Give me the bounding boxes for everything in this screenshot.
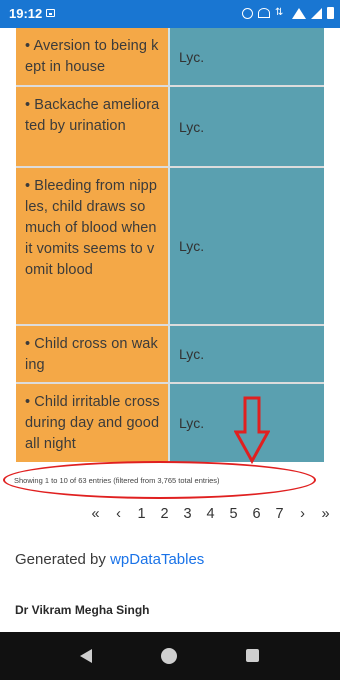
generated-prefix: Generated by	[15, 551, 106, 568]
generated-by: Generated by wpDataTables	[15, 551, 204, 568]
back-icon[interactable]	[80, 649, 92, 663]
table-info: Showing 1 to 10 of 63 entries (filtered …	[14, 476, 220, 485]
status-icons: ⇅	[242, 7, 334, 19]
pagination-page-6[interactable]: 6	[245, 506, 268, 522]
symptom-cell: • Aversion to being kept in house	[16, 28, 168, 85]
pagination-page-7[interactable]: 7	[268, 506, 291, 522]
hotspot-icon	[258, 8, 270, 18]
pagination-page-2[interactable]: 2	[153, 506, 176, 522]
pagination: « ‹ 1 2 3 4 5 6 7 › »	[84, 506, 337, 522]
pagination-page-4[interactable]: 4	[199, 506, 222, 522]
status-time: 19:12	[9, 6, 43, 21]
pagination-first[interactable]: «	[84, 506, 107, 522]
battery-icon	[327, 7, 334, 19]
pagination-page-1[interactable]: 1	[130, 506, 153, 522]
author-name: Dr Vikram Megha Singh	[15, 603, 150, 617]
remedy-cell: Lyc.	[168, 168, 324, 324]
table-row: • Child irritable cross during day and g…	[16, 384, 324, 462]
down-arrow-annotation-icon	[234, 396, 270, 464]
recent-apps-icon[interactable]	[246, 649, 259, 662]
pagination-next[interactable]: ›	[291, 506, 314, 522]
data-transfer-icon: ⇅	[275, 7, 284, 18]
remedy-cell: Lyc.	[168, 28, 324, 85]
remedy-cell: Lyc.	[168, 87, 324, 166]
symptom-cell: • Child cross on waking	[16, 326, 168, 382]
table-row: • Child cross on waking Lyc.	[16, 326, 324, 384]
remedy-cell: Lyc.	[168, 326, 324, 382]
home-icon[interactable]	[161, 648, 177, 664]
status-bar: 19:12 ⇅	[0, 0, 340, 28]
pagination-previous[interactable]: ‹	[107, 506, 130, 522]
table-row: • Backache ameliorated by urination Lyc.	[16, 87, 324, 168]
table-row: • Aversion to being kept in house Lyc.	[16, 28, 324, 87]
pagination-page-3[interactable]: 3	[176, 506, 199, 522]
wifi-icon	[292, 7, 306, 19]
table-row: • Bleeding from nipples, child draws so …	[16, 168, 324, 326]
alarm-icon	[242, 7, 253, 19]
signal-icon	[311, 7, 322, 19]
remedy-table: • Aversion to being kept in house Lyc. •…	[16, 28, 324, 462]
symptom-cell: • Child irritable cross during day and g…	[16, 384, 168, 462]
pagination-page-5[interactable]: 5	[222, 506, 245, 522]
pagination-last[interactable]: »	[314, 506, 337, 522]
symptom-cell: • Backache ameliorated by urination	[16, 87, 168, 166]
navigation-bar	[0, 632, 340, 680]
wpdatatables-link[interactable]: wpDataTables	[110, 551, 204, 568]
symptom-cell: • Bleeding from nipples, child draws so …	[16, 168, 168, 324]
photo-notification-icon	[46, 9, 55, 17]
